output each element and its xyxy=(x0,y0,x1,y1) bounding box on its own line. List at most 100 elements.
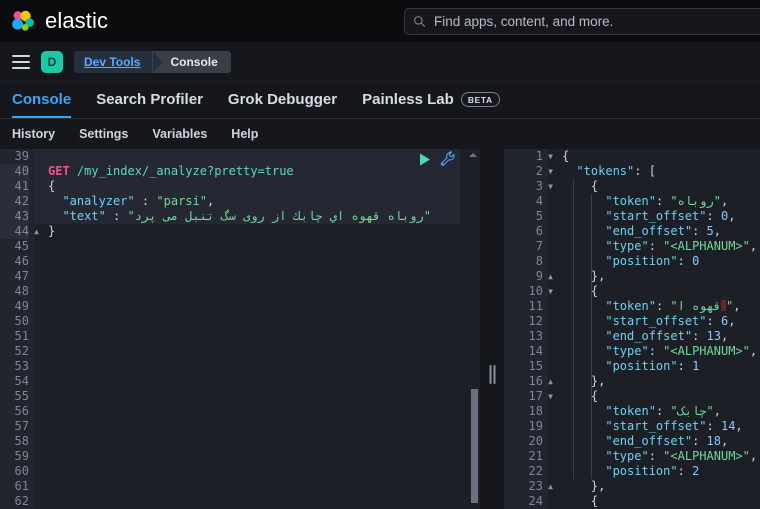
response-line-start-offset: "start_offset": 0, xyxy=(605,209,736,223)
code-line: } xyxy=(48,224,56,238)
gutter-line-number: 11 xyxy=(528,299,543,313)
tab-console-label: Console xyxy=(12,91,72,108)
request-code[interactable]: GET /my_index/_analyze?pretty=true { "an… xyxy=(34,149,480,509)
response-line-type: "type": "<ALPHANUM>", xyxy=(605,449,758,463)
hamburger-menu-icon[interactable] xyxy=(12,54,30,69)
breadcrumb-item-console[interactable]: Console xyxy=(152,50,231,73)
response-line-type: "type": "<ALPHANUM>", xyxy=(605,344,758,358)
token-value: چابک xyxy=(677,404,707,418)
menu-item-settings[interactable]: Settings xyxy=(79,127,128,141)
gutter-line-number: 58 xyxy=(14,434,29,448)
gutter-line-number: 40 xyxy=(0,164,29,179)
console-app: elastic Find apps, content, and more. D … xyxy=(0,0,760,509)
tab-painless-lab[interactable]: Painless Lab BETA xyxy=(362,83,500,118)
gutter-line-number: 44 ▲ xyxy=(0,224,39,239)
space-avatar[interactable]: D xyxy=(41,50,63,73)
response-line: { xyxy=(562,149,570,163)
console-menu: History Settings Variables Help xyxy=(0,119,760,149)
breadcrumb-bar: D Dev Tools Console xyxy=(0,42,760,82)
elastic-logo-icon xyxy=(10,9,36,33)
search-input[interactable]: Find apps, content, and more. xyxy=(434,14,613,29)
gutter-line-number: 7 xyxy=(535,239,543,253)
gutter-line-number: 55 xyxy=(14,389,29,403)
beta-badge: BETA xyxy=(460,92,500,107)
breadcrumb-label-dev-tools: Dev Tools xyxy=(84,54,141,69)
response-line: "tokens": [ xyxy=(576,164,656,178)
global-search[interactable]: Find apps, content, and more. xyxy=(404,8,760,35)
gutter-line-number: 42 xyxy=(0,194,29,209)
gutter-line-number: 6 xyxy=(535,224,543,238)
analyzer-key: "analyzer" xyxy=(62,194,135,208)
menu-item-variables[interactable]: Variables xyxy=(152,127,207,141)
brand-name: elastic xyxy=(45,8,109,33)
gutter-line-number: 53 xyxy=(14,359,29,373)
pane-splitter[interactable] xyxy=(480,149,504,509)
menu-item-help[interactable]: Help xyxy=(231,127,258,141)
response-line-start-offset: "start_offset": 14, xyxy=(605,419,743,433)
gutter-line-number: 57 xyxy=(14,419,29,433)
splitter-grip[interactable] xyxy=(489,365,496,384)
gutter-line-number: 50 xyxy=(14,314,29,328)
gutter-line-number: 24 xyxy=(528,494,543,508)
gutter-line-number: 23 ▲ xyxy=(528,479,553,493)
gutter-line-number: 5 xyxy=(535,209,543,223)
tab-grok-debugger-label: Grok Debugger xyxy=(227,91,338,108)
gutter-line-number: 9 ▲ xyxy=(535,269,553,283)
tab-search-profiler[interactable]: Search Profiler xyxy=(96,83,203,118)
response-line-start-offset: "start_offset": 6, xyxy=(605,314,736,328)
response-gutter: 1 ▼ 2 ▼ 3 ▼ 4 5 6 7 8 9 ▲ 10 ▼ 11 12 13 14 15 16 ▲ 17 ▼ 18 19 20 21… xyxy=(504,149,553,509)
response-token-open: { xyxy=(590,179,599,193)
text-key: "text" xyxy=(62,209,106,223)
breadcrumb-item-dev-tools[interactable]: Dev Tools xyxy=(74,50,163,73)
response-code[interactable]: { "tokens": [ { "token": "روباه", "start… xyxy=(548,149,760,509)
response-line-end-offset: "end_offset": 18, xyxy=(605,434,729,448)
app-tabs: Console Search Profiler Grok Debugger Pa… xyxy=(0,82,760,119)
response-token-close: }, xyxy=(590,374,606,388)
gutter-line-number: 51 xyxy=(14,329,29,343)
gutter-line-number: 2 ▼ xyxy=(535,164,553,178)
gutter-line-number: 60 xyxy=(14,464,29,478)
menu-item-history[interactable]: History xyxy=(12,127,55,141)
request-scrollbar-thumb[interactable] xyxy=(471,389,478,503)
gutter-line-number: 43 xyxy=(0,209,29,224)
response-token-close: }, xyxy=(590,269,606,283)
gutter-line-number: 13 xyxy=(528,329,543,343)
gutter-line-number: 18 xyxy=(528,404,543,418)
response-pane[interactable]: 1 ▼ 2 ▼ 3 ▼ 4 5 6 7 8 9 ▲ 10 ▼ 11 12 13 14 15 16 ▲ 17 ▼ 18 19 20 21… xyxy=(504,149,760,509)
response-token-open: { xyxy=(590,284,599,298)
request-url: /my_index/_analyze?pretty=true xyxy=(76,164,294,178)
request-editor-pane[interactable]: 394041▼424344▲45464748495051525354555657… xyxy=(0,149,480,509)
analyzer-value: "parsi" xyxy=(156,194,207,208)
breadcrumb: Dev Tools Console xyxy=(74,50,231,73)
tab-search-profiler-label: Search Profiler xyxy=(96,91,203,108)
request-actions xyxy=(417,150,456,167)
gutter-line-number: 61 xyxy=(14,479,29,493)
gutter-line-number: 21 xyxy=(528,449,543,463)
response-line-position: "position": 2 xyxy=(605,464,700,478)
gutter-line-number: 49 xyxy=(14,299,29,313)
wrench-icon[interactable] xyxy=(440,150,456,167)
response-line-token: "token": "چابک", xyxy=(605,404,721,418)
gutter-line-number: 10 ▼ xyxy=(528,284,553,298)
response-line-position: "position": 0 xyxy=(605,254,700,268)
gutter-line-number: 12 xyxy=(528,314,543,328)
token-value: روباه xyxy=(677,194,714,208)
gutter-line-number: 52 xyxy=(14,344,29,358)
gutter-line-number: 54 xyxy=(14,374,29,388)
http-method: GET xyxy=(48,164,70,178)
response-line-end-offset: "end_offset": 13, xyxy=(605,329,729,343)
response-line-token: "token": "روباه", xyxy=(605,194,729,208)
brand[interactable]: elastic xyxy=(10,8,108,34)
gutter-line-number: 4 xyxy=(535,194,543,208)
play-triangle-icon[interactable] xyxy=(417,152,432,167)
request-scrollbar[interactable] xyxy=(469,149,480,509)
tab-console[interactable]: Console xyxy=(12,83,72,118)
tab-grok-debugger[interactable]: Grok Debugger xyxy=(228,83,337,118)
gutter-line-number: 41▼ xyxy=(0,179,39,194)
response-token-open: { xyxy=(590,494,599,508)
gutter-line-number: 56 xyxy=(14,404,29,418)
gutter-line-number: 19 xyxy=(528,419,543,433)
gutter-line-number: 14 xyxy=(528,344,543,358)
code-line: "text" : "روباه قهوه اي چابك از روی سگ ت… xyxy=(62,209,431,223)
search-icon xyxy=(413,15,426,28)
